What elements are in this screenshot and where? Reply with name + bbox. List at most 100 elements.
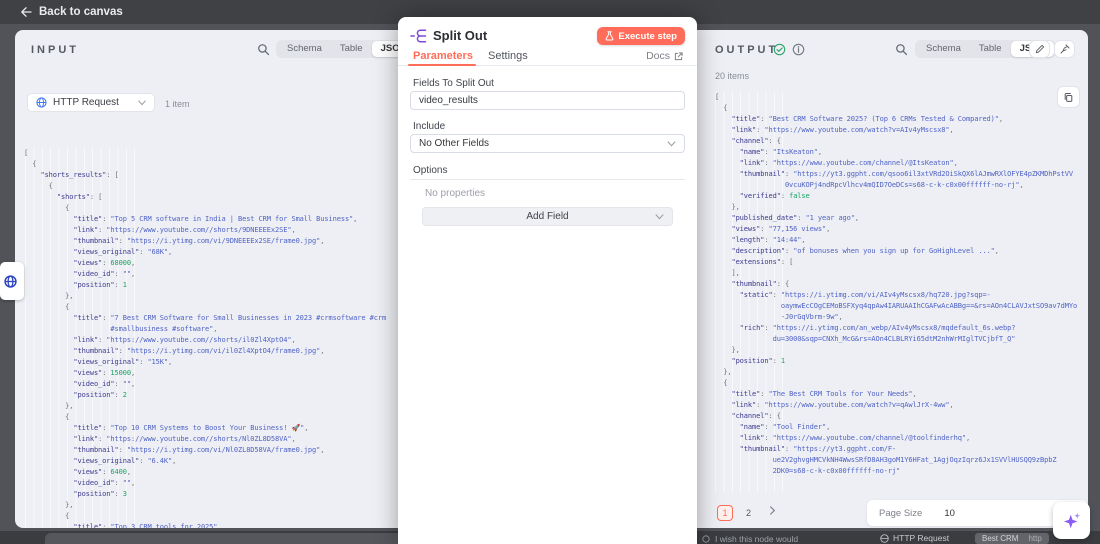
modal-tabs: Parameters Settings Docs xyxy=(398,50,697,66)
fields-to-split-label: Fields To Split Out xyxy=(413,78,494,89)
docs-link[interactable]: Docs xyxy=(646,50,683,62)
info-circle-icon[interactable] xyxy=(792,43,805,61)
chevron-right-icon xyxy=(769,506,776,515)
code-line: "video_id": "", xyxy=(24,478,396,489)
page-size-label: Page Size xyxy=(867,508,922,519)
code-line: "link": "https://www.youtube.com/channel… xyxy=(715,158,1083,169)
output-search-icon[interactable] xyxy=(895,43,908,61)
output-json-view[interactable]: [ { "title": "Best CRM Software 2025? (T… xyxy=(715,92,1083,528)
globe-icon xyxy=(880,534,889,543)
page-size-value[interactable]: 10 xyxy=(922,508,955,519)
code-line: "link": "https://www.youtube.com//shorts… xyxy=(24,434,396,445)
include-value: No Other Fields xyxy=(419,138,489,149)
code-line: "shorts": [ xyxy=(24,192,396,203)
code-line: "thumbnail": "https://yt3.ggpht.com/qsoo… xyxy=(715,169,1083,180)
input-source-node-selector[interactable]: HTTP Request xyxy=(27,93,155,112)
split-out-node-modal: Split Out Execute step Parameters Settin… xyxy=(398,17,697,544)
execute-step-button[interactable]: Execute step xyxy=(597,27,685,45)
node-wish-hint[interactable]: I wish this node would xyxy=(702,534,798,544)
code-line: "views_original": "15K", xyxy=(24,357,396,368)
code-line: "views_original": "6.4K", xyxy=(24,456,396,467)
code-line: { xyxy=(24,181,396,192)
node-label-text: HTTP Request xyxy=(893,533,949,543)
code-line: "shorts_results": [ xyxy=(24,170,396,181)
chevron-down-icon xyxy=(138,100,146,106)
fields-to-split-input[interactable]: video_results xyxy=(410,91,685,110)
execute-step-label: Execute step xyxy=(618,31,677,42)
no-properties-text: No properties xyxy=(425,188,485,199)
result-chip: Best CRM http xyxy=(975,533,1049,544)
code-line: "video_id": "", xyxy=(24,379,396,390)
page-button-1[interactable]: 1 xyxy=(717,505,733,521)
input-tab-json[interactable]: JSON xyxy=(372,41,398,57)
docs-label: Docs xyxy=(646,50,670,62)
code-line: ], xyxy=(715,268,1083,279)
flask-icon xyxy=(605,31,614,41)
code-line: "link": "https://www.youtube.com/watch?v… xyxy=(715,125,1083,136)
pin-icon xyxy=(1060,44,1070,54)
output-panel-title: OUTPUT xyxy=(715,44,778,56)
next-page-button[interactable] xyxy=(769,506,776,517)
code-line: }, xyxy=(715,345,1083,356)
external-link-icon xyxy=(674,52,683,61)
code-line: "title": "Best CRM Software 2025? (Top 6… xyxy=(715,114,1083,125)
code-line: "title": "7 Best CRM Software for Small … xyxy=(24,313,396,324)
sparkle-icon xyxy=(1062,511,1082,531)
input-tab-table[interactable]: Table xyxy=(331,41,372,57)
code-line: { xyxy=(24,203,396,214)
code-line: "views": 6400, xyxy=(24,467,396,478)
code-line: [ xyxy=(24,148,396,159)
code-line: "views": 68000, xyxy=(24,258,396,269)
code-line: 0vcuKOPj4ndRpcVlhcv4mQID7OeDCs=s68-c-k-c… xyxy=(715,180,1083,191)
code-line: { xyxy=(24,302,396,313)
input-tab-schema[interactable]: Schema xyxy=(278,41,331,57)
code-line: { xyxy=(715,378,1083,389)
options-divider xyxy=(410,179,685,180)
output-tab-table[interactable]: Table xyxy=(970,41,1011,57)
input-node-side-tab[interactable] xyxy=(0,262,24,300)
back-arrow-icon xyxy=(20,7,32,17)
pin-output-button[interactable] xyxy=(1054,40,1075,58)
globe-icon xyxy=(4,275,17,288)
back-to-canvas-button[interactable]: Back to canvas xyxy=(20,6,123,18)
code-line: "position": 3 xyxy=(24,489,396,500)
code-line: "views": "77,156 views", xyxy=(715,224,1083,235)
code-line: "extensions": [ xyxy=(715,257,1083,268)
include-select[interactable]: No Other Fields xyxy=(410,134,685,153)
include-label: Include xyxy=(413,121,445,132)
code-line: oaymwEcCOgCEMoBSFXyq4qpAw4IARUAAIhCGAFwA… xyxy=(715,301,1083,312)
code-line: "name": "ItsKeaton", xyxy=(715,147,1083,158)
code-line: "views": 15000, xyxy=(24,368,396,379)
add-field-button[interactable]: Add Field xyxy=(422,207,673,226)
page-button-2[interactable]: 2 xyxy=(746,508,751,518)
code-line: "thumbnail": { xyxy=(715,279,1083,290)
wish-text: I wish this node would xyxy=(715,534,798,544)
output-panel: OUTPUT Schema Table JSON 20 items [ { "t… xyxy=(697,30,1088,528)
chevron-down-icon xyxy=(655,214,664,220)
code-line: "link": "https://www.youtube.com//shorts… xyxy=(24,225,396,236)
input-panel-title: INPUT xyxy=(31,44,79,56)
tab-parameters[interactable]: Parameters xyxy=(413,50,473,62)
input-source-node-label: HTTP Request xyxy=(53,97,119,108)
code-line: "channel": { xyxy=(715,136,1083,147)
active-tab-underline xyxy=(408,64,476,66)
tab-settings[interactable]: Settings xyxy=(488,50,528,62)
code-line: "link": "https://www.youtube.com//shorts… xyxy=(24,335,396,346)
code-line: [ xyxy=(715,92,1083,103)
code-line: "thumbnail": "https://i.ytimg.com/vi/Nl0… xyxy=(24,445,396,456)
split-out-node-icon xyxy=(410,28,427,49)
edit-output-button[interactable] xyxy=(1029,40,1050,58)
code-line: "title": "The Best CRM Tools for Your Ne… xyxy=(715,389,1083,400)
input-json-view[interactable]: [ { "shorts_results": [ { "shorts": [ { … xyxy=(24,148,396,528)
copy-output-button[interactable] xyxy=(1057,86,1080,108)
code-line: "published_date": "1 year ago", xyxy=(715,213,1083,224)
code-line: 2DK0=s68-c-k-c0x00ffffff-no-rj" xyxy=(715,466,1083,477)
back-label: Back to canvas xyxy=(39,6,123,18)
ai-assistant-button[interactable] xyxy=(1053,502,1090,539)
input-item-count: 1 item xyxy=(165,99,190,109)
code-line: { xyxy=(24,511,396,522)
input-search-icon[interactable] xyxy=(257,43,270,61)
output-tab-schema[interactable]: Schema xyxy=(917,41,970,57)
http-request-node-label: HTTP Request xyxy=(880,533,949,543)
globe-icon xyxy=(36,97,47,108)
